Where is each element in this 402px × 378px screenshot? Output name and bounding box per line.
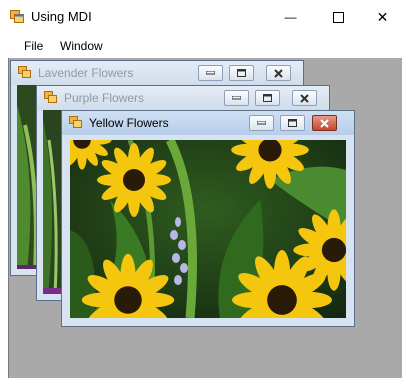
- child-window-yellow-flowers[interactable]: Yellow Flowers: [61, 110, 355, 327]
- app-title: Using MDI: [31, 9, 92, 24]
- child-title-bar[interactable]: Yellow Flowers: [62, 111, 354, 135]
- app-icon: [10, 10, 24, 23]
- child-close-button[interactable]: [312, 115, 337, 131]
- menu-window[interactable]: Window: [60, 39, 103, 53]
- menu-bar: File Window: [0, 35, 402, 57]
- child-title-bar[interactable]: Purple Flowers: [37, 86, 329, 110]
- child-minimize-button[interactable]: [249, 115, 274, 131]
- child-title: Purple Flowers: [64, 91, 145, 105]
- child-maximize-button[interactable]: [229, 65, 254, 81]
- maximize-icon: [333, 11, 344, 23]
- minimize-button[interactable]: —: [268, 0, 313, 34]
- form-icon: [69, 116, 82, 128]
- close-icon: [320, 118, 329, 128]
- menu-file[interactable]: File: [24, 39, 43, 53]
- child-minimize-button[interactable]: [224, 90, 249, 106]
- main-title-bar[interactable]: Using MDI — ✕: [0, 0, 402, 34]
- form-icon: [18, 66, 31, 78]
- child-title: Lavender Flowers: [38, 66, 134, 80]
- close-button[interactable]: ✕: [360, 0, 402, 34]
- child-title: Yellow Flowers: [89, 116, 169, 130]
- maximize-icon: [237, 69, 246, 77]
- close-icon: [274, 68, 283, 78]
- maximize-icon: [263, 94, 272, 102]
- minimize-icon: [257, 121, 266, 125]
- close-icon: [300, 93, 309, 103]
- child-title-bar[interactable]: Lavender Flowers: [11, 61, 303, 85]
- close-icon: ✕: [376, 8, 389, 25]
- child-maximize-button[interactable]: [255, 90, 280, 106]
- form-icon: [44, 91, 57, 103]
- minimize-icon: [206, 71, 215, 75]
- child-minimize-button[interactable]: [198, 65, 223, 81]
- yellow-flowers-picture: [70, 140, 346, 318]
- maximize-icon: [288, 119, 297, 127]
- child-maximize-button[interactable]: [280, 115, 305, 131]
- minimize-icon: —: [284, 10, 297, 24]
- yellow-flowers-image: [70, 140, 346, 318]
- maximize-button[interactable]: [316, 0, 361, 34]
- child-close-button[interactable]: [292, 90, 317, 106]
- minimize-icon: [232, 96, 241, 100]
- child-close-button[interactable]: [266, 65, 291, 81]
